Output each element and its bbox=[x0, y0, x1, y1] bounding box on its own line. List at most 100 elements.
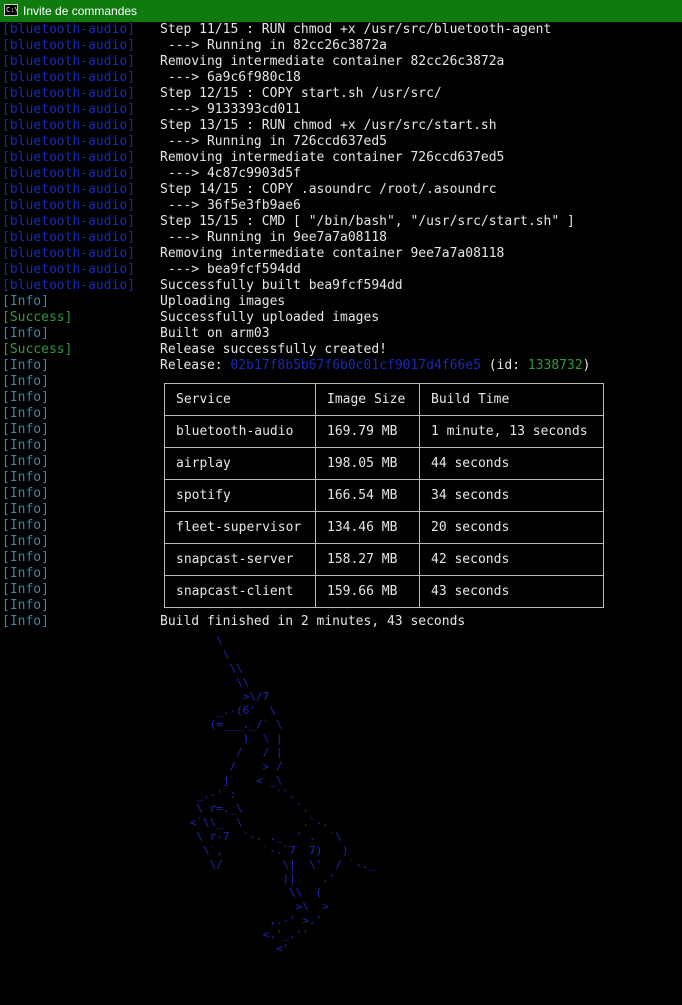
build-time-cell: 20 seconds bbox=[419, 511, 604, 544]
line-prefix: [Info] bbox=[2, 358, 49, 373]
log-line: [bluetooth-audio] Step 12/15 : COPY start… bbox=[0, 86, 682, 102]
line-text: Removing intermediate container 726ccd63… bbox=[160, 150, 505, 165]
line-prefix: [bluetooth-audio] bbox=[2, 118, 136, 133]
log-line: [bluetooth-audio] Removing intermediate c… bbox=[0, 150, 682, 166]
table-row: spotify 166.54 MB 34 seconds bbox=[164, 479, 604, 512]
build-finished-text: Build finished in 2 minutes, 43 seconds bbox=[160, 614, 466, 629]
line-prefix: [Info] bbox=[2, 534, 49, 549]
line-text: Step 11/15 : RUN chmod +x /usr/src/bluet… bbox=[160, 22, 552, 37]
log-line: [bluetooth-audio] ---> Running in 9ee7a7… bbox=[0, 230, 682, 246]
image-size-cell: 198.05 MB bbox=[315, 447, 420, 480]
line-text: Removing intermediate container 82cc26c3… bbox=[160, 54, 505, 69]
line-prefix: [bluetooth-audio] bbox=[2, 54, 136, 69]
title-bar: C:\ Invite de commandes bbox=[0, 0, 682, 22]
line-prefix: [bluetooth-audio] bbox=[2, 214, 136, 229]
console-output[interactable]: [bluetooth-audio] Step 11/15 : RUN chmod … bbox=[0, 22, 682, 1005]
build-time-cell: 44 seconds bbox=[419, 447, 604, 480]
line-prefix: [bluetooth-audio] bbox=[2, 246, 136, 261]
line-text: ---> 9133393cd011 bbox=[160, 102, 301, 117]
service-cell: airplay bbox=[164, 447, 316, 480]
service-cell: fleet-supervisor bbox=[164, 511, 316, 544]
line-prefix: [Info] bbox=[2, 390, 49, 405]
line-text: ---> Running in 82cc26c3872a bbox=[160, 38, 387, 53]
line-text: Built on arm03 bbox=[160, 326, 270, 341]
service-cell: bluetooth-audio bbox=[164, 415, 316, 448]
line-text: Step 14/15 : COPY .asoundrc /root/.asoun… bbox=[160, 182, 497, 197]
line-prefix: [bluetooth-audio] bbox=[2, 102, 136, 117]
log-line: [bluetooth-audio] ---> 6a9c6f980c18 bbox=[0, 70, 682, 86]
service-cell: snapcast-server bbox=[164, 543, 316, 576]
line-prefix: [bluetooth-audio] bbox=[2, 70, 136, 85]
log-line: [bluetooth-audio] ---> Running in 726ccd… bbox=[0, 134, 682, 150]
image-size-cell: 169.79 MB bbox=[315, 415, 420, 448]
line-prefix: [bluetooth-audio] bbox=[2, 198, 136, 213]
line-prefix: [bluetooth-audio] bbox=[2, 262, 136, 277]
table-row: snapcast-server 158.27 MB 42 seconds bbox=[164, 543, 604, 576]
log-line: [Info] Built on arm03 bbox=[0, 326, 682, 342]
log-line: [bluetooth-audio] ---> 4c87c9903d5f bbox=[0, 166, 682, 182]
line-text: Uploading images bbox=[160, 294, 286, 309]
build-time-cell: 1 minute, 13 seconds bbox=[419, 415, 604, 448]
line-prefix: [bluetooth-audio] bbox=[2, 166, 136, 181]
release-id-label: (id: bbox=[480, 358, 528, 373]
log-line: [Info] Uploading images bbox=[0, 294, 682, 310]
log-line: [bluetooth-audio] Removing intermediate c… bbox=[0, 54, 682, 70]
line-prefix: [Info] bbox=[2, 518, 49, 533]
command-prompt-icon: C:\ bbox=[4, 4, 18, 16]
line-text: ---> Running in 726ccd637ed5 bbox=[160, 134, 387, 149]
line-prefix: [Info] bbox=[2, 550, 49, 565]
line-prefix: [bluetooth-audio] bbox=[2, 278, 136, 293]
line-prefix: [Info] bbox=[2, 582, 49, 597]
column-header-build-time: Build Time bbox=[419, 383, 604, 416]
line-prefix: [Info] bbox=[2, 374, 49, 389]
line-text: Step 13/15 : RUN chmod +x /usr/src/start… bbox=[160, 118, 497, 133]
table-header-row: Service Image Size Build Time bbox=[164, 383, 604, 416]
release-line: [Info] Release: 02b17f8b5b67f6b0c01cf901… bbox=[0, 358, 682, 374]
log-line: [bluetooth-audio] Step 13/15 : RUN chmod … bbox=[0, 118, 682, 134]
line-prefix: [bluetooth-audio] bbox=[2, 22, 136, 37]
log-line: [bluetooth-audio] Step 14/15 : COPY .asou… bbox=[0, 182, 682, 198]
ascii-unicorn-art: \ \ \\ \\ >\/7 _.-(6' \ (=___._/` \ ) \ … bbox=[189, 634, 376, 955]
log-line: [bluetooth-audio] ---> 36f5e3fb9ae6 bbox=[0, 198, 682, 214]
log-line: [bluetooth-audio] Step 11/15 : RUN chmod … bbox=[0, 22, 682, 38]
line-prefix: [bluetooth-audio] bbox=[2, 38, 136, 53]
line-prefix: [bluetooth-audio] bbox=[2, 150, 136, 165]
line-prefix: [Info] bbox=[2, 438, 49, 453]
line-text: Removing intermediate container 9ee7a7a0… bbox=[160, 246, 505, 261]
line-prefix: [Info] bbox=[2, 502, 49, 517]
line-prefix: [Info] bbox=[2, 294, 49, 309]
line-prefix: [bluetooth-audio] bbox=[2, 182, 136, 197]
image-size-cell: 166.54 MB bbox=[315, 479, 420, 512]
line-prefix: [bluetooth-audio] bbox=[2, 230, 136, 245]
table-row: snapcast-client 159.66 MB 43 seconds bbox=[164, 575, 604, 608]
build-time-cell: 34 seconds bbox=[419, 479, 604, 512]
line-prefix: [Info] bbox=[2, 470, 49, 485]
line-text: ---> 4c87c9903d5f bbox=[160, 166, 301, 181]
release-text: Release: 02b17f8b5b67f6b0c01cf9017d4f66e… bbox=[160, 358, 591, 374]
log-line: [Success] Release successfully created! bbox=[0, 342, 682, 358]
line-prefix: [Info] bbox=[2, 598, 49, 613]
log-line: [bluetooth-audio] ---> 9133393cd011 bbox=[0, 102, 682, 118]
line-prefix: [Info] bbox=[2, 566, 49, 581]
window-title: Invite de commandes bbox=[23, 4, 138, 18]
log-line: [bluetooth-audio] ---> Running in 82cc26… bbox=[0, 38, 682, 54]
column-header-image-size: Image Size bbox=[315, 383, 420, 416]
column-header-service: Service bbox=[164, 383, 316, 416]
line-prefix: [Info] bbox=[2, 326, 49, 341]
line-prefix: [Info] bbox=[2, 614, 49, 629]
line-prefix: [bluetooth-audio] bbox=[2, 86, 136, 101]
build-time-cell: 42 seconds bbox=[419, 543, 604, 576]
line-prefix: [Success] bbox=[2, 342, 73, 357]
line-prefix: [Success] bbox=[2, 310, 73, 325]
log-line: [bluetooth-audio] Removing intermediate c… bbox=[0, 246, 682, 262]
log-line: [Success] Successfully uploaded images bbox=[0, 310, 682, 326]
line-text: ---> Running in 9ee7a7a08118 bbox=[160, 230, 387, 245]
image-size-cell: 158.27 MB bbox=[315, 543, 420, 576]
service-cell: spotify bbox=[164, 479, 316, 512]
line-text: ---> bea9fcf594dd bbox=[160, 262, 301, 277]
log-line: [bluetooth-audio] Step 15/15 : CMD [ "/bi… bbox=[0, 214, 682, 230]
line-text: ---> 6a9c6f980c18 bbox=[160, 70, 301, 85]
release-hash: 02b17f8b5b67f6b0c01cf9017d4f66e5 bbox=[230, 358, 481, 373]
table-row: bluetooth-audio 169.79 MB 1 minute, 13 sec… bbox=[164, 415, 604, 448]
release-label: Release: bbox=[160, 358, 231, 373]
